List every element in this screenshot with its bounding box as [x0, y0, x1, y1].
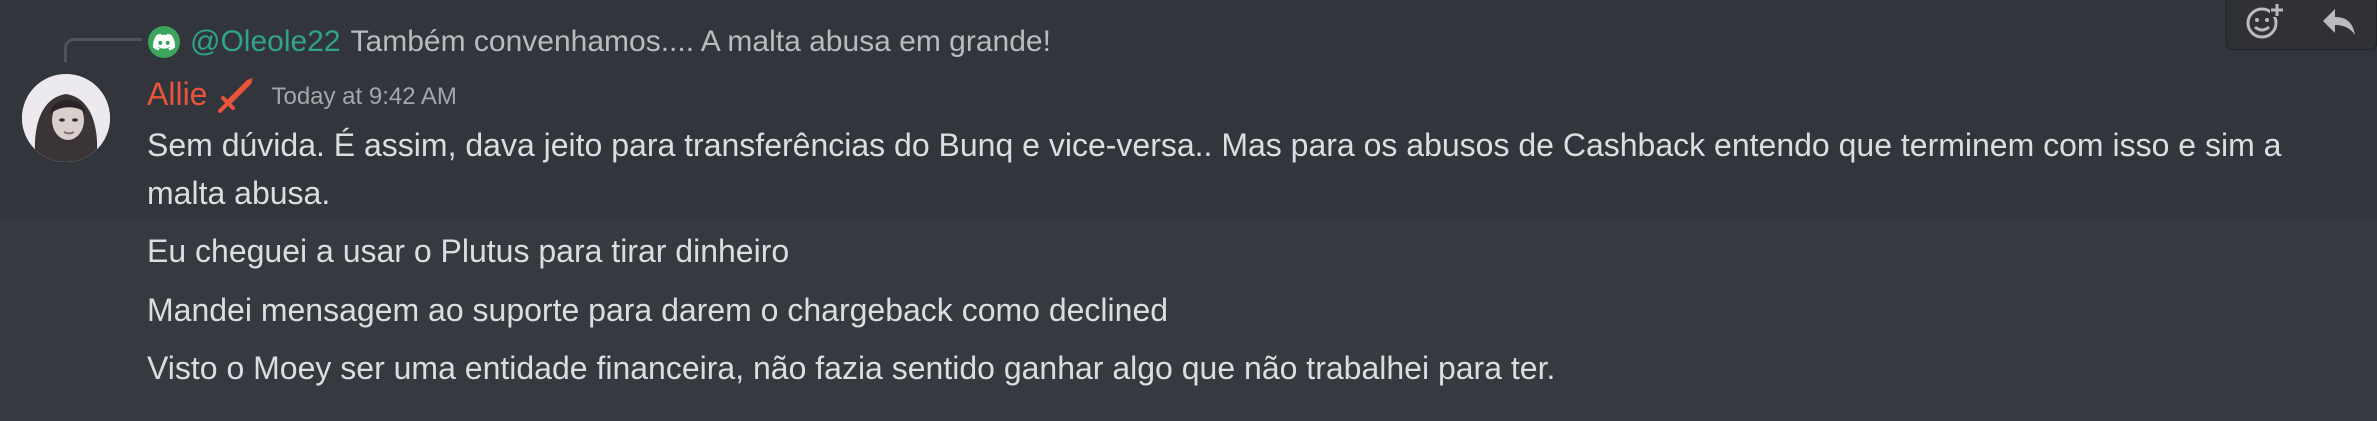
reply-preview[interactable]: @Oleole22 Também convenhamos.... A malta… [148, 22, 1051, 62]
message-header: Allie Today at 9:42 AM [147, 72, 457, 116]
discord-logo-icon [148, 26, 180, 58]
reply-author[interactable]: @Oleole22 [190, 25, 341, 59]
avatar[interactable] [22, 74, 110, 162]
author-name[interactable]: Allie [147, 76, 207, 113]
message-line: Eu cheguei a usar o Plutus para tirar di… [147, 233, 790, 269]
reply-text[interactable]: Também convenhamos.... A malta abusa em … [351, 25, 1051, 59]
reply-icon[interactable] [2315, 0, 2363, 45]
chat-area: @Oleole22 Também convenhamos.... A malta… [0, 0, 2377, 421]
add-reaction-icon[interactable] [2240, 0, 2288, 45]
sword-icon[interactable] [215, 72, 259, 116]
message-line: malta abusa. [147, 175, 331, 211]
message-line: Mandei mensagem ao suporte para darem o … [147, 292, 1169, 328]
message-line: Visto o Moey ser uma entidade financeira… [147, 350, 1556, 386]
timestamp[interactable]: Today at 9:42 AM [271, 77, 456, 111]
reply-connector [64, 38, 142, 62]
message-line: Sem dúvida. É assim, dava jeito para tra… [147, 127, 2282, 163]
message-action-bar [2226, 0, 2377, 50]
